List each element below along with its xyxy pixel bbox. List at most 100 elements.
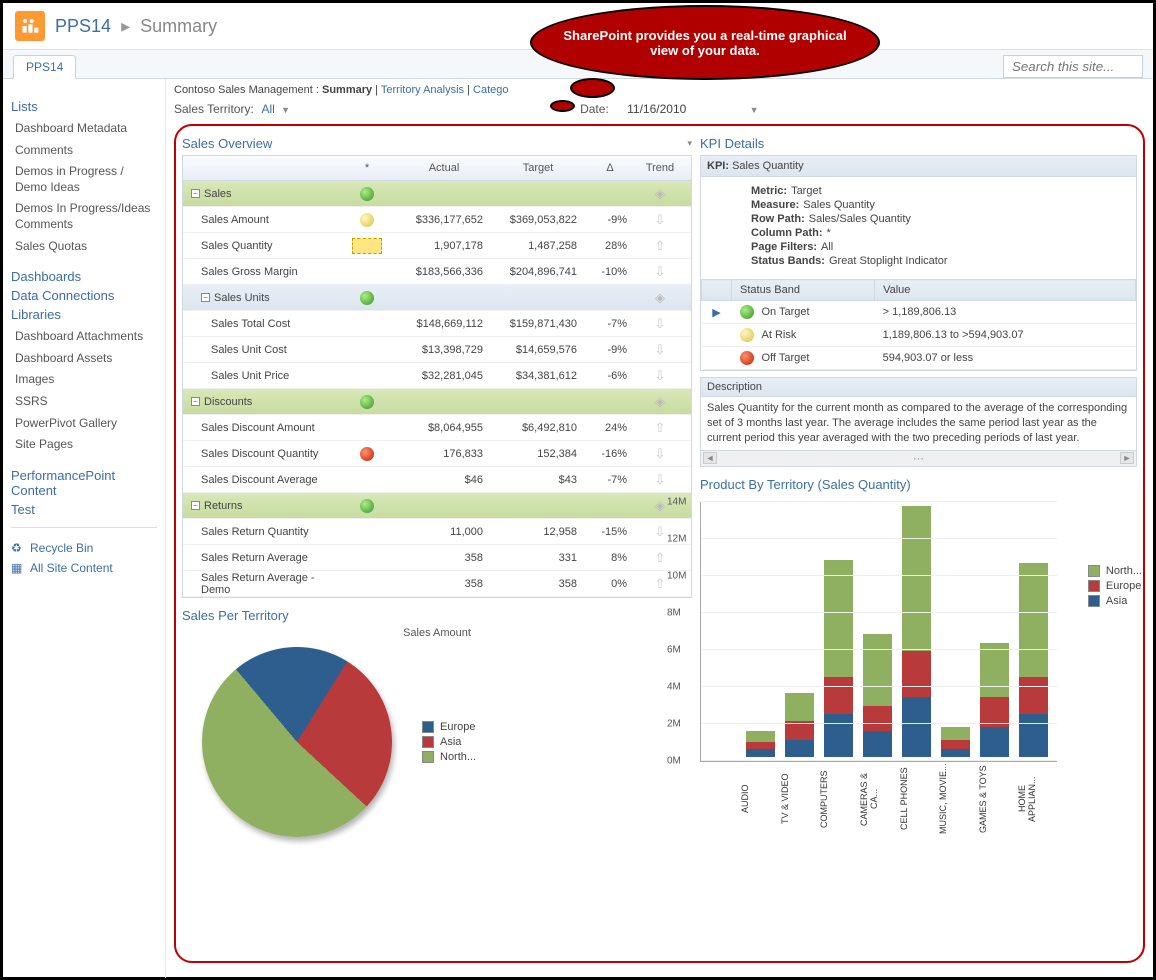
panel-menu-icon[interactable]: ▾ (687, 138, 692, 149)
cell-delta: 24% (585, 422, 635, 434)
all-site-content-link[interactable]: ▦ All Site Content (11, 558, 157, 578)
cell-actual: $13,398,729 (397, 344, 491, 356)
status-band-row[interactable]: Off Target 594,903.07 or less (702, 347, 1136, 370)
cell-target: $204,896,741 (491, 266, 585, 278)
bar[interactable] (785, 693, 814, 756)
legend-item: Asia (422, 736, 476, 748)
recycle-bin-link[interactable]: ♻ Recycle Bin (11, 538, 157, 558)
sidebar-header-data-connections[interactable]: Data Connections (11, 288, 157, 303)
scorecard-row[interactable]: Sales Return Average - Demo3583580%⇧ (183, 571, 691, 597)
col-actual[interactable]: Actual (397, 156, 491, 180)
legend-swatch (422, 721, 434, 733)
territory-filter-label: Sales Territory: (174, 102, 254, 116)
divider (11, 527, 157, 528)
row-label: Sales Discount Amount (201, 422, 315, 434)
sidebar-item[interactable]: Dashboard Metadata (11, 118, 157, 140)
trend-arrow-icon: ⇩ (655, 316, 666, 331)
col-delta[interactable]: Δ (585, 156, 635, 180)
legend-item: North... (1088, 565, 1142, 577)
sidebar-item[interactable]: Dashboard Assets (11, 348, 157, 370)
search-input[interactable] (1003, 55, 1143, 78)
sidebar-item[interactable]: Site Pages (11, 434, 157, 456)
sidebar-item[interactable]: Demos In Progress/Ideas Comments (11, 198, 157, 235)
date-filter-value: 11/16/2010 (627, 102, 686, 116)
cell-target: 1,487,258 (491, 240, 585, 252)
row-label: Sales Units (214, 292, 270, 304)
kpi-pagefilters-label: Page Filters: (751, 241, 817, 253)
collapse-icon[interactable]: − (191, 397, 200, 406)
scorecard-row[interactable]: Sales Unit Price$32,281,045$34,381,612-6… (183, 363, 691, 389)
scroll-left-icon[interactable]: ◄ (703, 452, 717, 464)
status-band-row[interactable]: At Risk1,189,806.13 to >594,903.07 (702, 324, 1136, 347)
bar-segment (941, 749, 970, 756)
status-band-row[interactable]: ▶On Target> 1,189,806.13 (702, 301, 1136, 324)
sidebar-item[interactable]: Demos in Progress / Demo Ideas (11, 161, 157, 198)
territory-filter[interactable]: Sales Territory: All ▼ (174, 102, 290, 116)
sidebar-item[interactable]: Images (11, 369, 157, 391)
row-label: Sales Return Average (201, 552, 308, 564)
scorecard-row[interactable]: Sales Discount Quantity176,833152,384-16… (183, 441, 691, 467)
scorecard-row[interactable]: Sales Total Cost$148,669,112$159,871,430… (183, 311, 691, 337)
sidebar-item[interactable]: Sales Quotas (11, 236, 157, 258)
x-tick-label: MUSIC, MOVIE... (938, 762, 978, 840)
scorecard-row[interactable]: Sales Gross Margin$183,566,336$204,896,7… (183, 259, 691, 285)
collapse-icon[interactable]: − (191, 501, 200, 510)
sidebar-item[interactable]: PowerPivot Gallery (11, 413, 157, 435)
trend-arrow-icon: ⇩ (655, 212, 666, 227)
bar[interactable] (1019, 563, 1048, 756)
cell-delta: 0% (585, 578, 635, 590)
scorecard-row[interactable]: Sales Return Average3583318%⇧ (183, 545, 691, 571)
sidebar-header-libraries[interactable]: Libraries (11, 307, 157, 322)
collapse-icon[interactable]: − (201, 293, 210, 302)
scroll-right-icon[interactable]: ► (1120, 452, 1134, 464)
sidebar-item[interactable]: Comments (11, 140, 157, 162)
bar[interactable] (824, 560, 853, 757)
y-tick-label: 8M (667, 607, 681, 618)
cell-delta: 28% (585, 240, 635, 252)
scorecard-row[interactable]: −Sales Units◈ (183, 285, 691, 311)
bar[interactable] (980, 643, 1009, 756)
col-status[interactable]: * (337, 156, 397, 180)
scorecard-row[interactable]: −Discounts◈ (183, 389, 691, 415)
date-filter[interactable]: Date: 11/16/2010 ▼ (580, 102, 758, 116)
scorecard-row[interactable]: Sales Amount$336,177,652$369,053,822-9%⇩ (183, 207, 691, 233)
trend-arrow-icon: ⇩ (655, 524, 666, 539)
scorecard-row[interactable]: Sales Quantity1,907,1781,487,25828%⇧ (183, 233, 691, 259)
horizontal-scrollbar[interactable]: ◄ ⋯ ► (701, 450, 1136, 466)
scorecard-row[interactable]: −Returns◈ (183, 493, 691, 519)
tab-pps14[interactable]: PPS14 (13, 55, 76, 79)
sidebar-item[interactable]: Dashboard Attachments (11, 326, 157, 348)
scorecard-row[interactable]: Sales Unit Cost$13,398,729$14,659,576-9%… (183, 337, 691, 363)
collapse-icon[interactable]: − (191, 189, 200, 198)
cell-actual: 11,000 (397, 526, 491, 538)
sales-per-territory-title: Sales Per Territory (182, 604, 692, 627)
sidebar-item[interactable]: SSRS (11, 391, 157, 413)
kpi-colpath-value: * (827, 227, 831, 239)
scorecard-row[interactable]: −Sales◈ (183, 181, 691, 207)
cell-actual: $336,177,652 (397, 214, 491, 226)
sidebar-header-performancepoint[interactable]: PerformancePoint Content (11, 468, 157, 498)
col-target[interactable]: Target (491, 156, 585, 180)
breadcrumb-site[interactable]: PPS14 (55, 16, 111, 36)
bar[interactable] (746, 731, 775, 757)
legend-label: North... (440, 751, 476, 763)
sidebar-header-test[interactable]: Test (11, 502, 157, 517)
sidebar-header-dashboards[interactable]: Dashboards (11, 269, 157, 284)
band-label: Off Target (762, 352, 810, 364)
bar[interactable] (902, 506, 931, 757)
sidebar-header-lists[interactable]: Lists (11, 99, 157, 114)
bar[interactable] (941, 727, 970, 757)
scorecard-row[interactable]: Sales Discount Amount$8,064,955$6,492,81… (183, 415, 691, 441)
cell-target: 331 (491, 552, 585, 564)
band-label: On Target (762, 306, 810, 318)
bar[interactable] (863, 634, 892, 757)
bar-segment (980, 727, 1009, 757)
scorecard-row[interactable]: Sales Discount Average$46$43-7%⇩ (183, 467, 691, 493)
crumb-link[interactable]: Territory Analysis (381, 84, 464, 96)
row-label: Sales Unit Cost (211, 344, 287, 356)
col-trend[interactable]: Trend (635, 156, 685, 180)
bar-segment (902, 697, 931, 756)
scorecard-row[interactable]: Sales Return Quantity11,00012,958-15%⇩ (183, 519, 691, 545)
band-value: 594,903.07 or less (875, 347, 1136, 370)
crumb-link[interactable]: Catego (473, 84, 508, 96)
